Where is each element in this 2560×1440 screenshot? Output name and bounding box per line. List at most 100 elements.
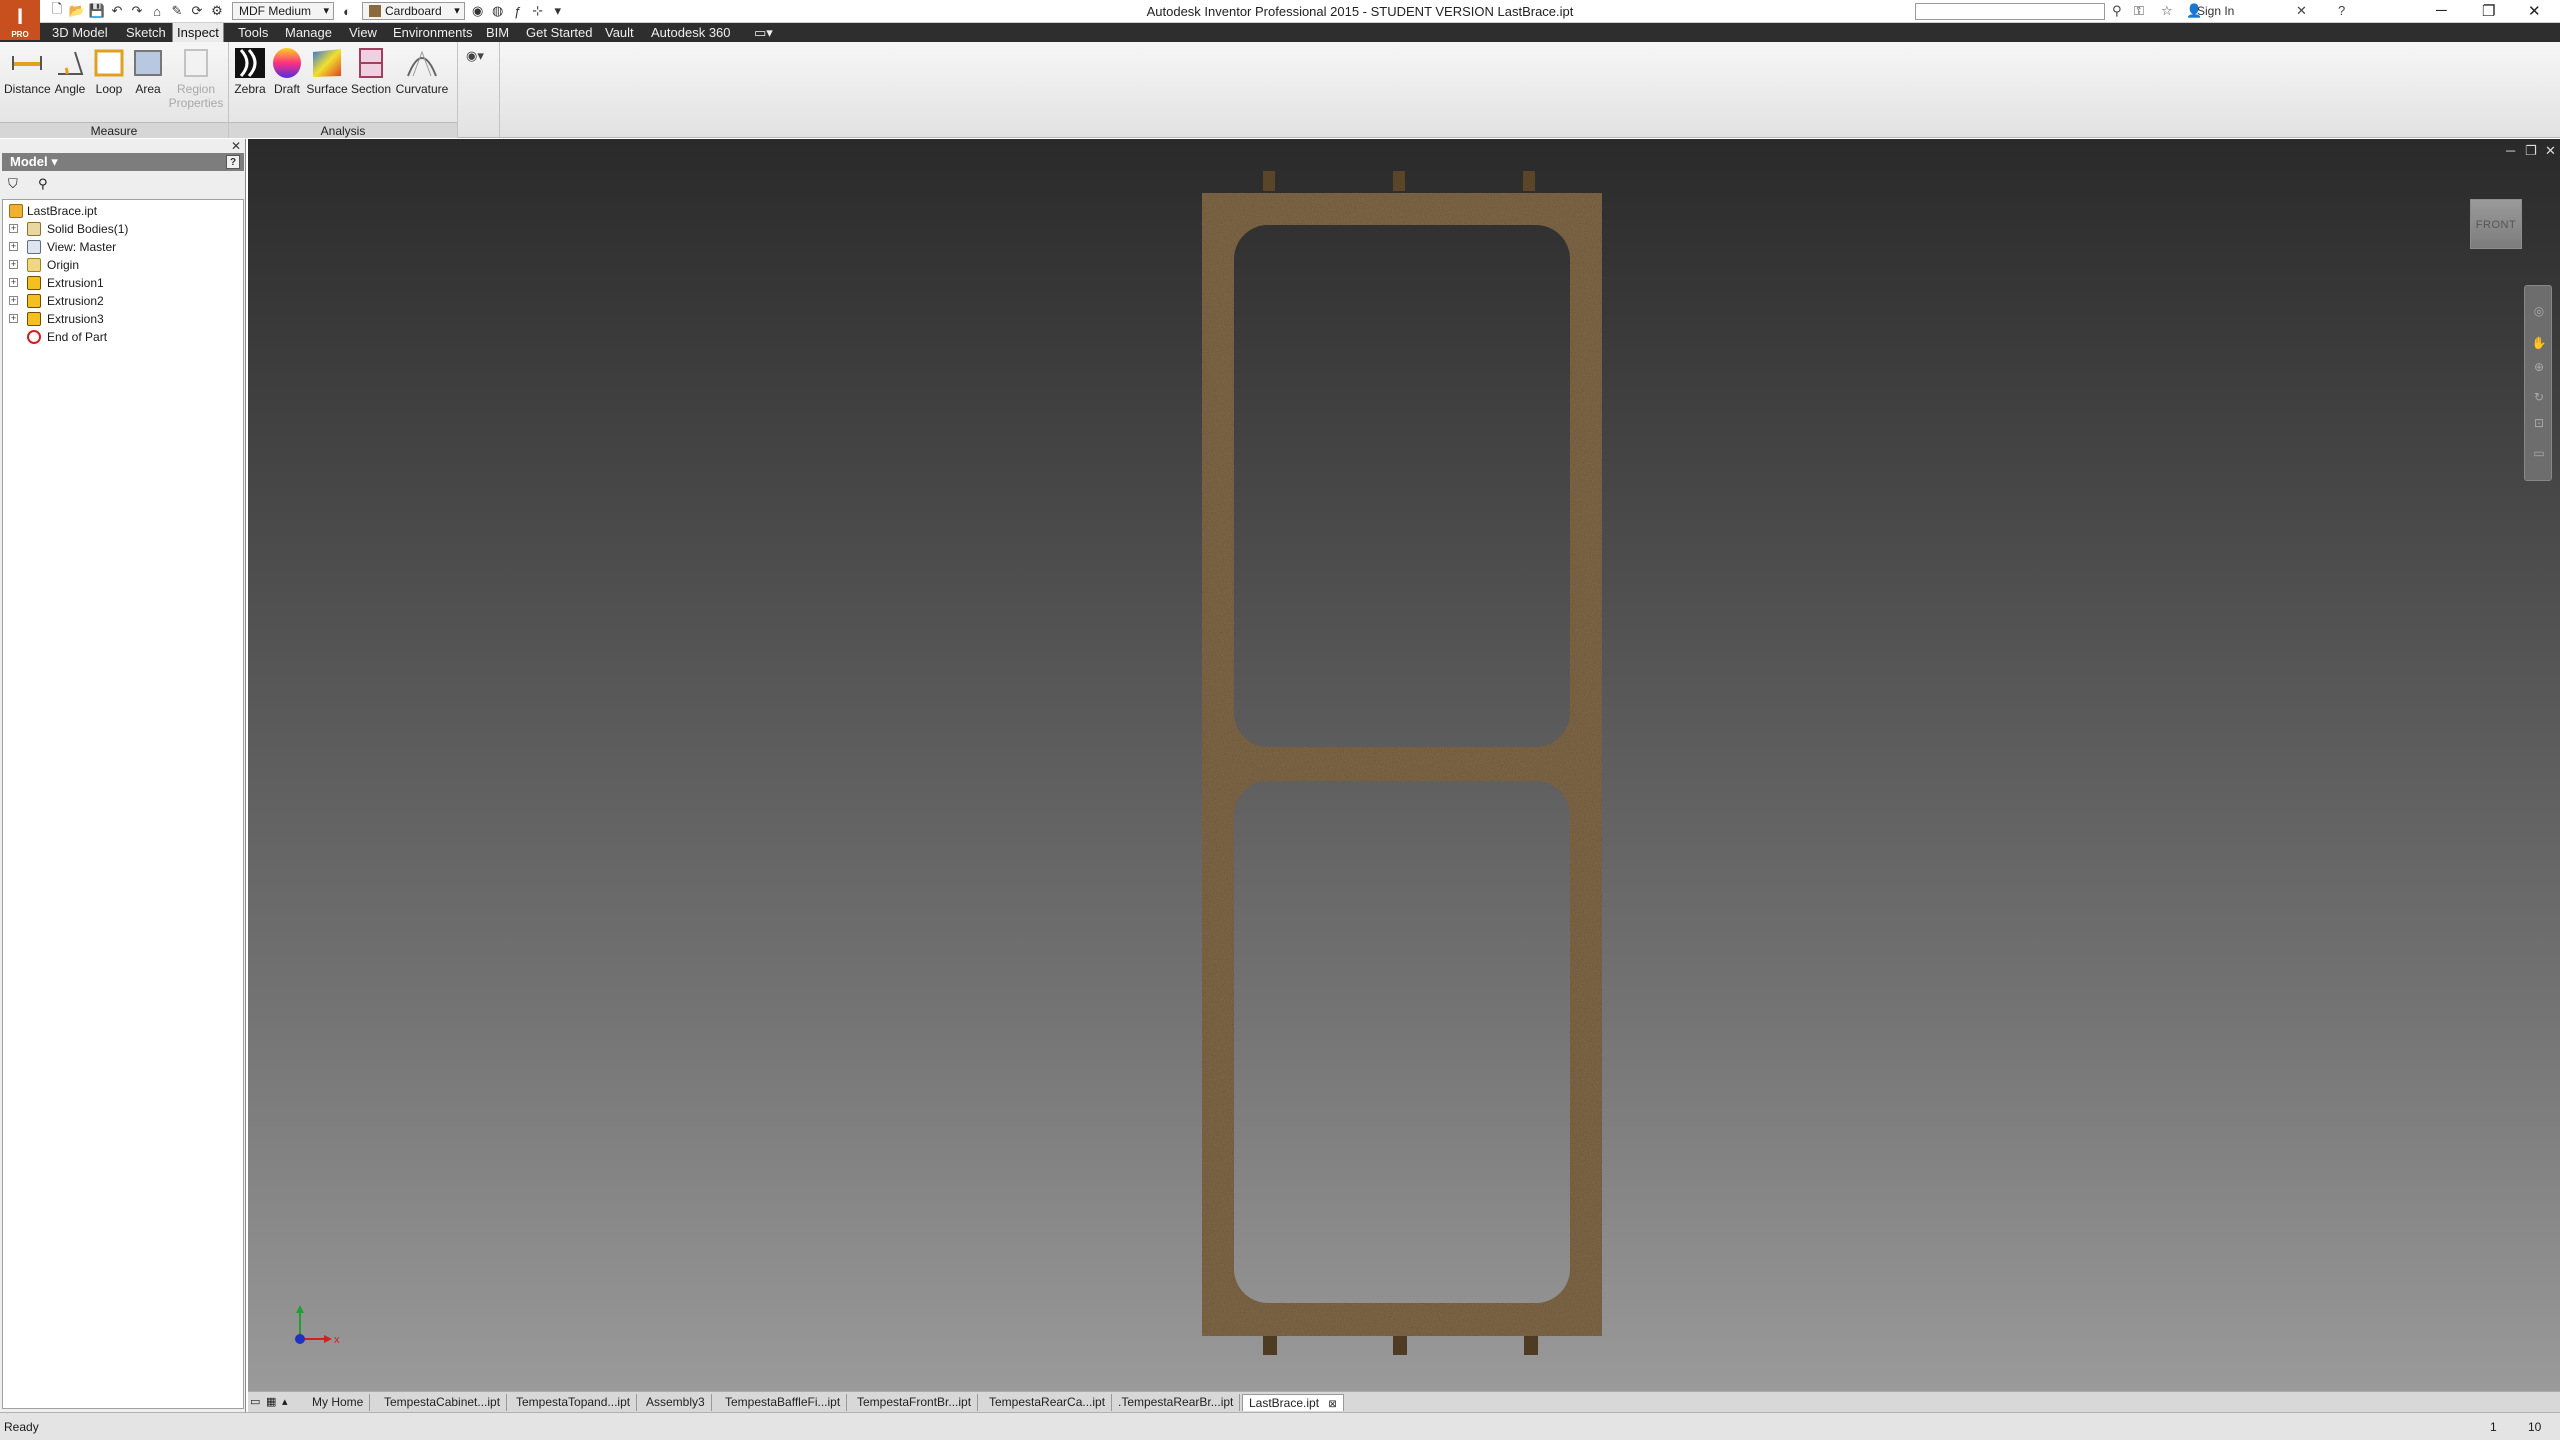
cascade-windows-icon[interactable]: ▦ bbox=[266, 1395, 276, 1408]
doc-tab[interactable]: TempestaCabinet...ipt bbox=[378, 1394, 508, 1411]
properties-icon[interactable]: ⚙ bbox=[208, 2, 226, 20]
tree-node-end-of-part[interactable]: End of Part bbox=[3, 328, 243, 346]
tab-bim[interactable]: BIM bbox=[482, 23, 513, 42]
binoculars-search-icon[interactable]: ⚲ bbox=[2112, 3, 2122, 19]
surface-button[interactable]: Surface bbox=[305, 46, 349, 96]
expand-icon[interactable]: + bbox=[9, 224, 18, 233]
pan-icon[interactable]: ✋ bbox=[2531, 336, 2547, 352]
tree-node-label: Extrusion2 bbox=[47, 294, 104, 308]
sign-in-link[interactable]: Sign In bbox=[2197, 4, 2234, 18]
tree-node-view-master[interactable]: + View: Master bbox=[3, 238, 243, 256]
filter-icon[interactable]: ⛉ bbox=[8, 176, 18, 192]
navbar-options-icon[interactable]: ▭ bbox=[2531, 446, 2547, 462]
tab-get-started[interactable]: Get Started bbox=[522, 23, 596, 42]
subscription-icon[interactable]: ⚿ bbox=[2134, 3, 2144, 19]
doc-tab[interactable]: Assembly3 bbox=[640, 1394, 712, 1411]
material-dropdown[interactable]: MDF Medium bbox=[232, 2, 335, 20]
tab-autodesk-360[interactable]: Autodesk 360 bbox=[647, 23, 735, 42]
doc-tab-close-icon[interactable]: ⊠ bbox=[1328, 1399, 1336, 1410]
open-file-icon[interactable]: 📂 bbox=[68, 2, 86, 20]
doc-tab-my-home[interactable]: My Home bbox=[306, 1394, 371, 1411]
browser-help-icon[interactable]: ? bbox=[226, 155, 240, 169]
restore-icon[interactable]: ❐ bbox=[2482, 2, 2495, 20]
customize-qat-icon[interactable]: ▾ bbox=[549, 2, 567, 20]
region-properties-label-1: Region bbox=[176, 82, 216, 96]
adjust-icon[interactable]: ◉ bbox=[469, 2, 487, 20]
appearance-dropdown[interactable]: Cardboard bbox=[362, 2, 465, 20]
expand-icon[interactable]: + bbox=[9, 314, 18, 323]
distance-button[interactable]: Distance bbox=[4, 46, 51, 96]
exchange-icon[interactable]: ✕ bbox=[2296, 3, 2307, 19]
area-button[interactable]: Area bbox=[128, 46, 168, 96]
draft-button[interactable]: Draft bbox=[269, 46, 305, 96]
minimize-icon[interactable]: ─ bbox=[2436, 2, 2447, 19]
tab-tools[interactable]: Tools bbox=[234, 23, 272, 42]
orbit-icon[interactable]: ↻ bbox=[2531, 390, 2547, 406]
expand-icon[interactable]: + bbox=[9, 296, 18, 305]
redo-icon[interactable]: ↷ bbox=[128, 2, 146, 20]
brace-part[interactable] bbox=[1202, 171, 1602, 1355]
tab-manage[interactable]: Manage bbox=[281, 23, 336, 42]
tree-node-solid-bodies[interactable]: + Solid Bodies(1) bbox=[3, 220, 243, 238]
curvature-button[interactable]: Curvature bbox=[393, 46, 451, 96]
doc-tab[interactable]: TempestaRearCa...ipt bbox=[983, 1394, 1113, 1411]
viewcube[interactable]: FRONT bbox=[2470, 199, 2522, 249]
appearance-icon[interactable]: ◐ bbox=[338, 2, 356, 20]
doc-tab[interactable]: TempestaTopand...ipt bbox=[510, 1394, 638, 1411]
measure-quick-icon[interactable]: ⊹ bbox=[529, 2, 547, 20]
tile-windows-icon[interactable]: ▭ bbox=[250, 1395, 260, 1408]
doc-tab[interactable]: TempestaFrontBr...ipt bbox=[851, 1394, 979, 1411]
close-window-icon[interactable]: ✕ bbox=[2528, 2, 2541, 20]
favorites-icon[interactable]: ☆ bbox=[2161, 3, 2173, 19]
update-icon[interactable]: ⟳ bbox=[188, 2, 206, 20]
application-menu-button[interactable]: I PRO bbox=[0, 0, 40, 40]
browser-close-icon[interactable]: ✕ bbox=[231, 139, 241, 153]
look-at-icon[interactable]: ⊡ bbox=[2531, 416, 2547, 432]
doc-tab[interactable]: .TempestaRearBr...ipt bbox=[1112, 1394, 1241, 1411]
tree-node-label: Origin bbox=[47, 258, 80, 272]
tab-view[interactable]: View bbox=[345, 23, 381, 42]
tree-node-label: Solid Bodies(1) bbox=[47, 222, 129, 236]
tab-sketch[interactable]: Sketch bbox=[122, 23, 170, 42]
expand-icon[interactable]: + bbox=[9, 260, 18, 269]
graphics-viewport[interactable]: ─ ❐ ✕ x FRONT ◎ ✋ ⊕ ↻ ⊡ ▭ bbox=[248, 139, 2560, 1391]
tab-vault[interactable]: Vault bbox=[601, 23, 638, 42]
ribbon-options-icon[interactable]: ▭▾ bbox=[750, 23, 777, 42]
browser-menu-chevron-icon[interactable]: ▾ bbox=[51, 154, 58, 169]
save-icon[interactable]: 💾 bbox=[88, 2, 106, 20]
tree-node-extrusion1[interactable]: + Extrusion1 bbox=[3, 274, 243, 292]
analysis-visibility-icon[interactable]: ◉▾ bbox=[466, 48, 484, 64]
tab-inspect[interactable]: Inspect bbox=[172, 23, 224, 42]
zoom-icon[interactable]: ⊕ bbox=[2531, 360, 2547, 376]
clear-appearance-icon[interactable]: ◍ bbox=[489, 2, 507, 20]
new-file-icon[interactable]: 🗋 bbox=[48, 1, 66, 20]
undo-icon[interactable]: ↶ bbox=[108, 2, 126, 20]
tree-node-part[interactable]: LastBrace.ipt bbox=[3, 202, 243, 220]
angle-button[interactable]: Angle bbox=[50, 46, 90, 96]
section-button[interactable]: Section bbox=[349, 46, 393, 96]
tab-environments[interactable]: Environments bbox=[389, 23, 476, 42]
tree-node-extrusion2[interactable]: + Extrusion2 bbox=[3, 292, 243, 310]
loop-button[interactable]: Loop bbox=[90, 46, 128, 96]
tab-3d-model[interactable]: 3D Model bbox=[48, 23, 112, 42]
steering-wheel-icon[interactable]: ◎ bbox=[2531, 304, 2547, 320]
zebra-button[interactable]: Zebra bbox=[231, 46, 269, 96]
help-search-input[interactable] bbox=[1915, 3, 2105, 20]
find-icon[interactable]: ⚲ bbox=[38, 176, 48, 192]
distance-label: Distance bbox=[4, 82, 51, 96]
doc-tab-active[interactable]: LastBrace.ipt ⊠ bbox=[1242, 1394, 1344, 1411]
tab-list-icon[interactable]: ▴ bbox=[282, 1395, 288, 1408]
doc-tab[interactable]: TempestaBaffleFi...ipt bbox=[719, 1394, 848, 1411]
tree-node-extrusion3[interactable]: + Extrusion3 bbox=[3, 310, 243, 328]
home-icon[interactable]: ⌂ bbox=[148, 2, 166, 20]
parameters-icon[interactable]: ƒ bbox=[509, 2, 527, 20]
browser-header[interactable]: Model ▾ ? bbox=[2, 153, 244, 171]
top-tab bbox=[1393, 171, 1405, 191]
region-properties-button[interactable]: Region Properties bbox=[168, 46, 224, 110]
expand-icon[interactable]: + bbox=[9, 242, 18, 251]
expand-icon[interactable]: + bbox=[9, 278, 18, 287]
help-icon[interactable]: ? bbox=[2338, 3, 2345, 18]
tree-node-origin[interactable]: + Origin bbox=[3, 256, 243, 274]
model-graphics[interactable]: x bbox=[248, 139, 2560, 1391]
sketch-icon[interactable]: ✎ bbox=[168, 2, 186, 20]
